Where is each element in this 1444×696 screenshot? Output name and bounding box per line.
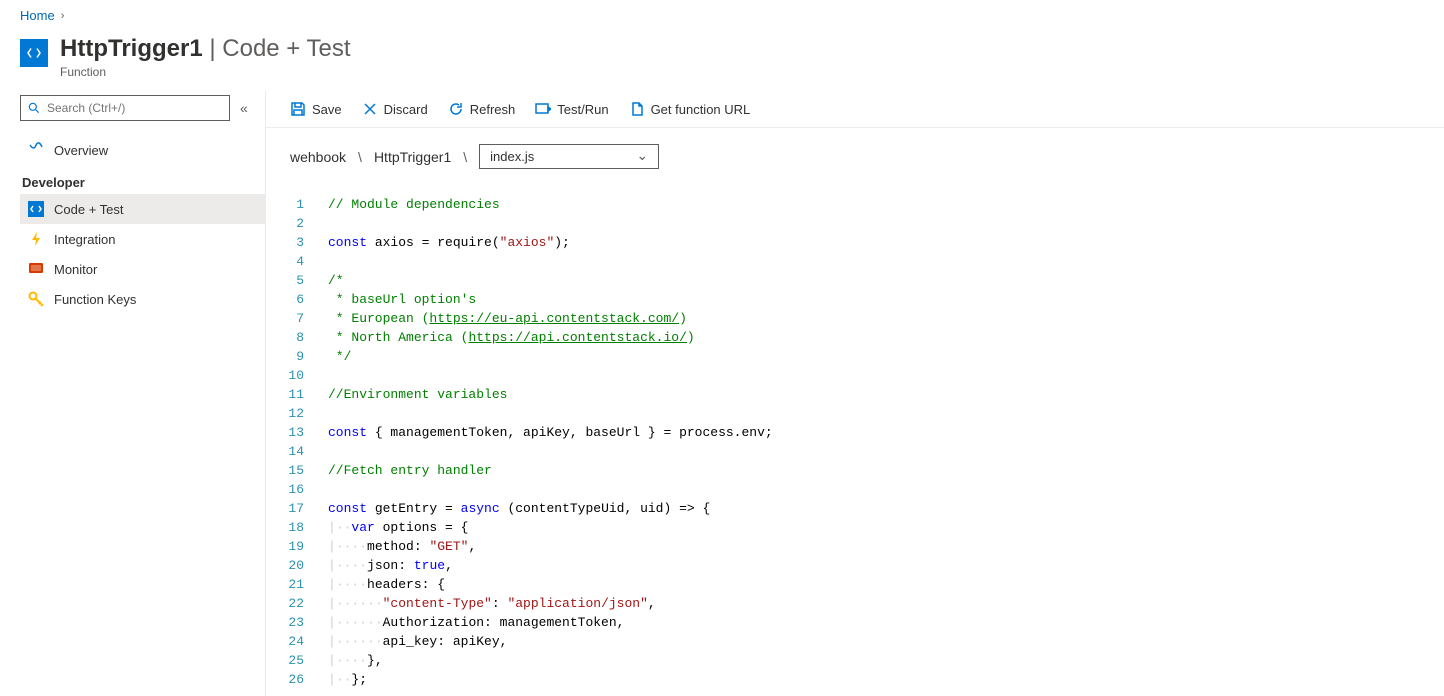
get-function-url-button[interactable]: Get function URL (629, 101, 751, 117)
code-editor[interactable]: 1234567891011121314151617181920212223242… (266, 185, 1444, 696)
sidebar-section-developer: Developer (20, 165, 265, 194)
discard-icon (362, 101, 378, 117)
path-root: wehbook (290, 149, 346, 165)
sidebar-item-function-keys[interactable]: Function Keys (20, 284, 265, 314)
search-input[interactable] (47, 101, 223, 115)
search-box[interactable] (20, 95, 230, 121)
sidebar-item-label: Overview (54, 143, 108, 158)
path-function: HttpTrigger1 (374, 149, 451, 165)
refresh-button[interactable]: Refresh (448, 101, 516, 117)
sidebar-item-monitor[interactable]: Monitor (20, 254, 265, 284)
sidebar-item-overview[interactable]: Overview (20, 135, 265, 165)
file-select-dropdown[interactable]: index.js (479, 144, 659, 169)
file-path-row: wehbook \ HttpTrigger1 \ index.js (266, 128, 1444, 185)
page-title: HttpTrigger1 | Code + Test (60, 35, 351, 63)
bolt-icon (28, 231, 44, 247)
key-icon (28, 291, 44, 307)
line-gutter: 1234567891011121314151617181920212223242… (280, 185, 318, 696)
page-subtitle: Function (60, 65, 351, 79)
sidebar-item-integration[interactable]: Integration (20, 224, 265, 254)
breadcrumb: Home › (0, 0, 1444, 31)
collapse-sidebar-icon[interactable]: « (240, 100, 248, 116)
search-icon (27, 101, 41, 115)
refresh-icon (448, 101, 464, 117)
get-url-icon (629, 101, 645, 117)
sidebar-item-label: Code + Test (54, 202, 124, 217)
page-header: HttpTrigger1 | Code + Test Function (0, 31, 1444, 91)
sidebar-item-label: Integration (54, 232, 115, 247)
code-icon (28, 201, 44, 217)
function-icon (20, 39, 48, 67)
save-icon (290, 101, 306, 117)
toolbar: Save Discard Refresh Test/Run Get functi… (266, 91, 1444, 128)
sidebar-item-label: Function Keys (54, 292, 136, 307)
monitor-icon (28, 261, 44, 277)
path-separator: \ (463, 149, 467, 165)
breadcrumb-home[interactable]: Home (20, 8, 55, 23)
content-area: Save Discard Refresh Test/Run Get functi… (265, 91, 1444, 696)
code-content[interactable]: // Module dependencies const axios = req… (318, 185, 773, 696)
path-separator: \ (358, 149, 362, 165)
discard-button[interactable]: Discard (362, 101, 428, 117)
chevron-right-icon: › (61, 10, 65, 22)
sidebar: « Overview Developer Code + Test Integra… (0, 91, 265, 696)
sidebar-item-code-test[interactable]: Code + Test (20, 194, 265, 224)
overview-icon (28, 142, 44, 158)
sidebar-item-label: Monitor (54, 262, 97, 277)
test-run-icon (535, 101, 551, 117)
save-button[interactable]: Save (290, 101, 342, 117)
test-run-button[interactable]: Test/Run (535, 101, 608, 117)
